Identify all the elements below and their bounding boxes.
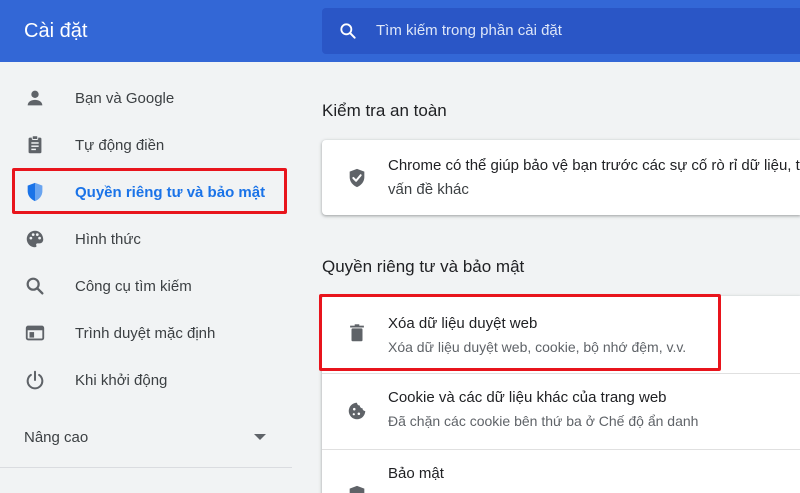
sidebar-item-you-and-google[interactable]: Bạn và Google [0, 78, 300, 118]
sidebar: Bạn và Google Tự động điền Quyền riêng t… [0, 62, 300, 493]
clipboard-icon [28, 135, 42, 154]
settings-search-box[interactable]: Tìm kiếm trong phần cài đặt [322, 8, 800, 54]
highlight-box-clear-data [319, 294, 721, 371]
power-icon [26, 370, 44, 390]
sidebar-item-label: Khi khởi động [75, 372, 168, 389]
shield-check-icon [349, 168, 365, 188]
chevron-down-icon[interactable] [254, 434, 266, 440]
sidebar-item-default-browser[interactable]: Trình duyệt mặc định [0, 313, 300, 353]
sidebar-item-label: Bạn và Google [75, 90, 175, 107]
browser-window-icon [25, 325, 45, 341]
sidebar-item-appearance[interactable]: Hình thức [0, 219, 300, 259]
advanced-toggle[interactable]: Nâng cao [24, 429, 88, 446]
safety-check-heading: Kiểm tra an toàn [322, 101, 447, 120]
sidebar-item-label: Tự động điền [75, 137, 165, 154]
person-icon [27, 90, 43, 106]
safety-check-description-cont: vấn đề khác [388, 181, 469, 198]
row-title: Bảo mật [388, 465, 444, 482]
sidebar-item-autofill[interactable]: Tự động điền [0, 125, 300, 165]
sidebar-item-label: Trình duyệt mặc định [75, 325, 216, 342]
safety-check-card[interactable]: Chrome có thể giúp bảo vệ bạn trước các … [322, 140, 800, 215]
highlight-box-privacy [12, 168, 287, 214]
sidebar-divider [0, 467, 292, 468]
security-row[interactable]: Bảo mật [322, 450, 800, 493]
top-bar: Cài đặt Tìm kiếm trong phần cài đặt [0, 0, 800, 62]
cookie-icon [348, 402, 366, 420]
row-subtitle: Đã chặn các cookie bên thứ ba ở Chế độ ẩ… [388, 413, 699, 429]
sidebar-item-on-startup[interactable]: Khi khởi động [0, 360, 300, 400]
search-icon [26, 277, 44, 295]
palette-icon [26, 230, 44, 248]
shield-icon [349, 485, 365, 493]
cookies-row[interactable]: Cookie và các dữ liệu khác của trang web… [322, 374, 800, 449]
search-icon [340, 23, 356, 39]
safety-check-description: Chrome có thể giúp bảo vệ bạn trước các … [388, 157, 800, 174]
search-input[interactable]: Tìm kiếm trong phần cài đặt [376, 22, 562, 39]
sidebar-item-search-engine[interactable]: Công cụ tìm kiếm [0, 266, 300, 306]
row-title: Cookie và các dữ liệu khác của trang web [388, 389, 667, 406]
page-title: Cài đặt [24, 20, 88, 42]
sidebar-item-label: Hình thức [75, 231, 141, 248]
privacy-security-heading: Quyền riêng tư và bảo mật [322, 257, 525, 276]
sidebar-item-label: Công cụ tìm kiếm [75, 278, 192, 295]
